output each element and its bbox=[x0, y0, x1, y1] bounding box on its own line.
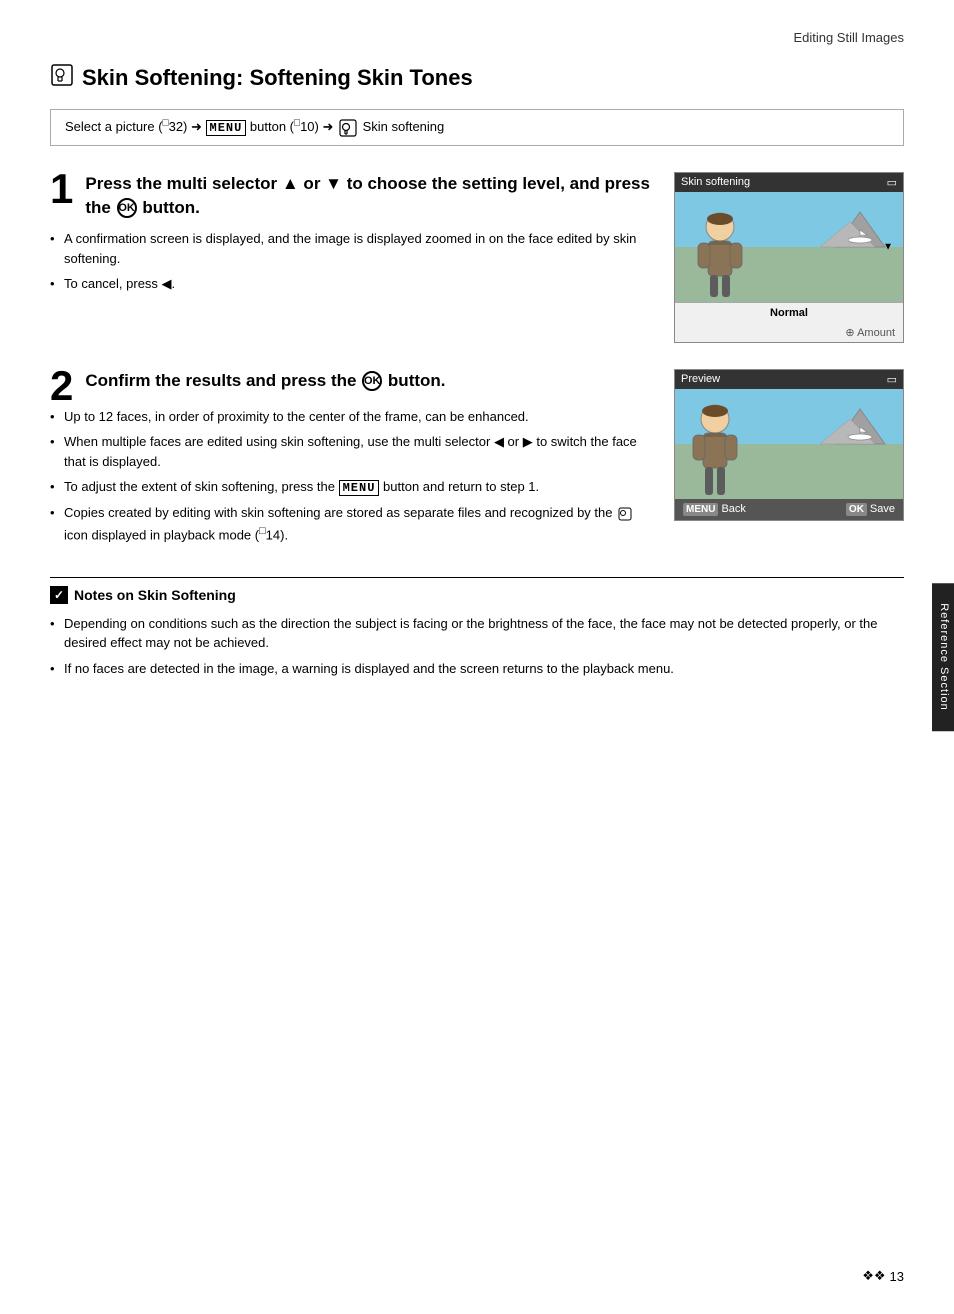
breadcrumb-box: Select a picture (□32) ➜ MENU button (□1… bbox=[50, 109, 904, 146]
breadcrumb-text: Select a picture (□32) ➜ MENU button (□1… bbox=[65, 119, 444, 134]
ok-button-icon-step1: OK bbox=[117, 198, 137, 218]
step1-illustration: ▼ bbox=[675, 192, 903, 302]
main-title: Skin Softening: Softening Skin Tones bbox=[50, 63, 904, 93]
breadcrumb-end: Skin softening bbox=[363, 119, 445, 134]
step1-bullet-1: A confirmation screen is displayed, and … bbox=[50, 229, 654, 268]
step2-title: Confirm the results and press the OK but… bbox=[85, 369, 654, 393]
menu-label-inline: MENU bbox=[339, 480, 380, 496]
header-title: Editing Still Images bbox=[793, 30, 904, 45]
notes-title: Notes on Skin Softening bbox=[74, 587, 236, 603]
step2-number: 2 bbox=[50, 365, 73, 407]
page-dots: ❖❖ bbox=[862, 1268, 885, 1284]
step1-screen-title: Skin softening bbox=[681, 176, 750, 188]
menu-back-label: MENU bbox=[683, 503, 718, 516]
step2-illustration bbox=[675, 389, 903, 499]
back-action: MENU Back bbox=[683, 503, 746, 516]
save-action: OK Save bbox=[846, 503, 895, 516]
step2-bullets: Up to 12 faces, in order of proximity to… bbox=[50, 407, 654, 545]
step2-screen-topbar: Preview ▭ bbox=[675, 370, 903, 389]
back-text: Back bbox=[721, 503, 745, 515]
step1-bullet-2: To cancel, press ◀. bbox=[50, 274, 654, 294]
check-icon: ✓ bbox=[50, 586, 68, 604]
step2-battery-icon: ▭ bbox=[887, 373, 897, 386]
step2-left: 2 Confirm the results and press the OK b… bbox=[50, 369, 654, 551]
page-footer: ❖❖ 13 bbox=[862, 1268, 904, 1284]
step2-camera-screen: Preview ▭ bbox=[674, 369, 904, 521]
step2-screen: Preview ▭ bbox=[674, 369, 904, 521]
notes-bullets: Depending on conditions such as the dire… bbox=[50, 614, 904, 679]
step1-amount-label: ⊕ Amount bbox=[675, 323, 903, 342]
notes-section: ✓ Notes on Skin Softening Depending on c… bbox=[50, 577, 904, 679]
save-text: Save bbox=[870, 503, 895, 515]
ok-button-icon-step2: OK bbox=[362, 371, 382, 391]
step1-camera-screen: Skin softening ▭ bbox=[674, 172, 904, 343]
ref1: □ bbox=[163, 118, 169, 129]
step1-title: Press the multi selector ▲ or ▼ to choos… bbox=[85, 172, 654, 220]
main-title-text: Skin Softening: Softening Skin Tones bbox=[82, 65, 473, 91]
step2-screen-actions: MENU Back OK Save bbox=[675, 499, 903, 520]
step2-section: 2 Confirm the results and press the OK b… bbox=[50, 369, 904, 551]
step2-bullet-3: To adjust the extent of skin softening, … bbox=[50, 477, 654, 497]
side-tab-label: Reference Section bbox=[938, 603, 950, 711]
page-header: Editing Still Images bbox=[50, 30, 904, 45]
notes-header: ✓ Notes on Skin Softening bbox=[50, 586, 904, 604]
side-tab: Reference Section bbox=[932, 583, 954, 731]
step1-battery-icon: ▭ bbox=[887, 176, 897, 189]
step1-number: 1 bbox=[50, 168, 73, 210]
step2-screen-title: Preview bbox=[681, 373, 720, 385]
step2-bullet-4: Copies created by editing with skin soft… bbox=[50, 503, 654, 544]
menu-button-label: MENU bbox=[206, 120, 247, 136]
notes-bullet-1: Depending on conditions such as the dire… bbox=[50, 614, 904, 653]
step1-bullets: A confirmation screen is displayed, and … bbox=[50, 229, 654, 294]
notes-bullet-2: If no faces are detected in the image, a… bbox=[50, 659, 904, 679]
step2-bullet-2: When multiple faces are edited using ski… bbox=[50, 432, 654, 471]
step2-bullet-1: Up to 12 faces, in order of proximity to… bbox=[50, 407, 654, 427]
step1-normal-label: Normal bbox=[675, 302, 903, 323]
skin-softening-icon bbox=[50, 63, 74, 93]
ok-save-label: OK bbox=[846, 503, 867, 516]
ref-p14: □ bbox=[259, 525, 266, 537]
ref2: □ bbox=[294, 118, 300, 129]
step1-screen-topbar: Skin softening ▭ bbox=[675, 173, 903, 192]
step1-left: 1 Press the multi selector ▲ or ▼ to cho… bbox=[50, 172, 654, 300]
step1-screen: Skin softening ▭ bbox=[674, 172, 904, 343]
page-container: Editing Still Images Skin Softening: Sof… bbox=[0, 0, 954, 1314]
step1-section: 1 Press the multi selector ▲ or ▼ to cho… bbox=[50, 172, 904, 343]
page-number: 13 bbox=[890, 1269, 904, 1284]
